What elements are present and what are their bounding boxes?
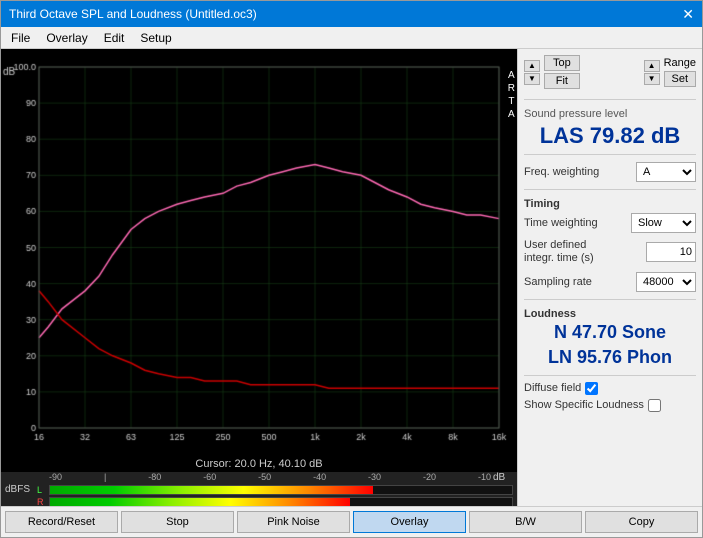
divider-1 (524, 99, 696, 100)
db-label: dB (493, 472, 513, 483)
channel-r-label: R (37, 497, 47, 507)
meter-track-l (49, 485, 513, 495)
top-down-arrow[interactable]: ▼ (524, 73, 540, 85)
range-down-arrow[interactable]: ▼ (644, 73, 660, 85)
show-specific-checkbox[interactable] (648, 399, 661, 412)
meter-fill-l (50, 486, 373, 494)
freq-weighting-label: Freq. weighting (524, 166, 599, 178)
divider-5 (524, 375, 696, 376)
range-arrow-group: ▲ ▼ (644, 60, 660, 85)
timing-section-title: Timing (524, 198, 696, 210)
top-arrow-group: ▲ ▼ (524, 60, 540, 85)
spectrum-chart (1, 49, 517, 456)
freq-weighting-select[interactable]: A B C Z (636, 162, 696, 182)
window-title: Third Octave SPL and Loudness (Untitled.… (9, 7, 257, 21)
time-weighting-row: Time weighting Slow Fast Impulse (524, 213, 696, 233)
menu-file[interactable]: File (5, 30, 36, 46)
diffuse-field-checkbox[interactable] (585, 382, 598, 395)
sampling-rate-row: Sampling rate 44100 48000 96000 (524, 272, 696, 292)
bw-button[interactable]: B/W (469, 511, 582, 533)
loudness-value-2: LN 95.76 Phon (524, 347, 696, 369)
channel-l-label: L (37, 485, 47, 495)
menu-overlay[interactable]: Overlay (40, 30, 93, 46)
cursor-info: Cursor: 20.0 Hz, 40.10 dB (1, 456, 517, 472)
close-button[interactable]: ✕ (682, 7, 694, 21)
sampling-rate-label: Sampling rate (524, 276, 592, 288)
sampling-rate-select[interactable]: 44100 48000 96000 (636, 272, 696, 292)
menu-setup[interactable]: Setup (134, 30, 177, 46)
top-button[interactable]: Top (544, 55, 580, 71)
top-up-arrow[interactable]: ▲ (524, 60, 540, 72)
chart-container: ARTA (1, 49, 517, 456)
meter-row-right: R (37, 497, 513, 507)
top-fit-controls: ▲ ▼ Top Fit ▲ ▼ Range Set (524, 55, 696, 89)
user-integr-row: User defined integr. time (s) (524, 239, 696, 265)
chart-area: Third octave SPL ARTA Cursor: 20.0 Hz, 4… (1, 49, 517, 506)
loudness-section-title: Loudness (524, 308, 696, 320)
menu-edit[interactable]: Edit (98, 30, 131, 46)
record-reset-button[interactable]: Record/Reset (5, 511, 118, 533)
meter-track-r (49, 497, 513, 507)
user-integr-label: User defined integr. time (s) (524, 239, 614, 265)
loudness-value-1: N 47.70 Sone (524, 322, 696, 344)
spl-section-label: Sound pressure level (524, 108, 696, 120)
time-weighting-label: Time weighting (524, 217, 598, 229)
spl-value: LAS 79.82 dB (524, 124, 696, 148)
copy-button[interactable]: Copy (585, 511, 698, 533)
stop-button[interactable]: Stop (121, 511, 234, 533)
divider-2 (524, 154, 696, 155)
set-button[interactable]: Set (664, 71, 696, 87)
meter-row-left: L (37, 485, 513, 495)
level-meter: dBFS -90 | -80 -60 -50 -40 -30 -20 (1, 472, 517, 506)
divider-4 (524, 299, 696, 300)
main-area: Third octave SPL ARTA Cursor: 20.0 Hz, 4… (1, 49, 702, 506)
diffuse-field-row: Diffuse field (524, 382, 696, 395)
user-integr-input[interactable] (646, 242, 696, 262)
diffuse-field-label: Diffuse field (524, 382, 581, 394)
meter-bars: -90 | -80 -60 -50 -40 -30 -20 -10 dB (37, 472, 513, 507)
menu-bar: File Overlay Edit Setup (1, 27, 702, 49)
bottom-buttons: Record/Reset Stop Pink Noise Overlay B/W… (1, 506, 702, 537)
range-up-arrow[interactable]: ▲ (644, 60, 660, 72)
fit-button[interactable]: Fit (544, 73, 580, 89)
overlay-button[interactable]: Overlay (353, 511, 466, 533)
range-set-group: Range Set (664, 57, 696, 87)
arta-label: ARTA (508, 69, 515, 121)
meter-fill-r (50, 498, 350, 506)
divider-3 (524, 189, 696, 190)
range-label: Range (664, 57, 696, 69)
top-fit-group: Top Fit (544, 55, 580, 89)
show-specific-label: Show Specific Loudness (524, 399, 644, 411)
title-bar: Third Octave SPL and Loudness (Untitled.… (1, 1, 702, 27)
time-weighting-select[interactable]: Slow Fast Impulse (631, 213, 696, 233)
right-panel: ▲ ▼ Top Fit ▲ ▼ Range Set (517, 49, 702, 506)
freq-weighting-row: Freq. weighting A B C Z (524, 162, 696, 182)
main-window: Third Octave SPL and Loudness (Untitled.… (0, 0, 703, 538)
pink-noise-button[interactable]: Pink Noise (237, 511, 350, 533)
show-specific-row: Show Specific Loudness (524, 399, 696, 412)
meter-scale-row-top: -90 | -80 -60 -50 -40 -30 -20 -10 dB (37, 472, 513, 483)
meter-scale-top: -90 | -80 -60 -50 -40 -30 -20 -10 (49, 472, 491, 482)
dbfs-label: dBFS (5, 484, 33, 495)
